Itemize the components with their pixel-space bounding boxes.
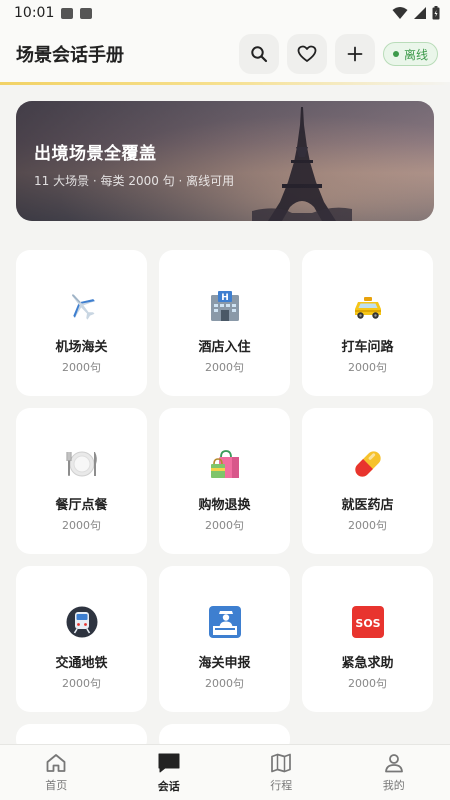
taxi-icon: [354, 297, 381, 319]
signal-icon: [414, 7, 426, 19]
page-title: 场景会话手册: [16, 45, 124, 66]
plus-icon: [347, 46, 363, 62]
category-card-medical[interactable]: 就医药店 2000句: [302, 408, 433, 554]
add-button[interactable]: [334, 34, 375, 74]
app-header: 场景会话手册 离线: [0, 26, 450, 82]
hotel-icon: H: [210, 291, 239, 321]
plate-cutlery-icon: [66, 451, 97, 477]
app-notification-icon: [80, 7, 93, 19]
pill-icon: [354, 451, 381, 477]
metro-icon: [66, 606, 97, 638]
sos-icon: SOS: [351, 606, 384, 638]
category-count: 2000句: [348, 361, 387, 374]
category-count: 2000句: [348, 519, 387, 532]
header-accent-line: [0, 82, 450, 85]
hero-title: 出境场景全覆盖: [34, 144, 157, 164]
nav-label: 会话: [157, 779, 180, 793]
category-title: 海关申报: [198, 656, 251, 671]
category-count: 2000句: [62, 519, 101, 532]
category-title: 交通地铁: [55, 656, 108, 671]
category-card-hotel[interactable]: H 酒店入住 2000句: [159, 250, 290, 396]
airplane-icon: [71, 294, 95, 320]
category-title: 紧急求助: [341, 656, 394, 671]
category-title: 餐厅点餐: [55, 498, 108, 513]
header-actions: 离线: [238, 34, 438, 74]
battery-icon: [432, 6, 440, 20]
shopping-bags-icon: [210, 450, 239, 478]
svg-text:SOS: SOS: [355, 617, 380, 630]
search-icon: [251, 46, 268, 63]
chat-icon: [158, 753, 180, 772]
category-count: 2000句: [205, 677, 244, 690]
offline-label: 离线: [403, 47, 428, 62]
map-icon: [271, 753, 292, 772]
category-card-metro[interactable]: 交通地铁 2000句: [16, 566, 147, 712]
hero-banner[interactable]: 出境场景全覆盖 11 大场景 · 每类 2000 句 · 离线可用: [16, 101, 434, 221]
customs-officer-icon: [208, 606, 241, 638]
category-title: 机场海关: [55, 340, 108, 355]
status-left: 10:01: [14, 5, 93, 21]
category-title: 购物退换: [198, 498, 251, 513]
offline-dot-icon: [392, 51, 399, 57]
heart-icon: [297, 45, 317, 62]
favorites-button[interactable]: [286, 34, 327, 74]
nav-item-home[interactable]: 首页: [0, 745, 113, 800]
category-count: 2000句: [62, 677, 101, 690]
nav-label: 我的: [382, 778, 405, 792]
category-card-restaurant[interactable]: 餐厅点餐 2000句: [16, 408, 147, 554]
category-card-emergency[interactable]: SOS 紧急求助 2000句: [302, 566, 433, 712]
category-card-shopping[interactable]: 购物退换 2000句: [159, 408, 290, 554]
status-bar: 10:01: [0, 0, 450, 26]
category-card-airport[interactable]: 机场海关 2000句: [16, 250, 147, 396]
category-title: 就医药店: [341, 498, 394, 513]
category-count: 2000句: [205, 519, 244, 532]
bottom-nav: 首页 会话 行程 我的: [0, 744, 450, 800]
category-card-taxi[interactable]: 打车问路 2000句: [302, 250, 433, 396]
hero-subtitle: 11 大场景 · 每类 2000 句 · 离线可用: [34, 174, 235, 188]
nav-label: 行程: [270, 778, 293, 792]
wifi-icon: [392, 7, 408, 19]
hero-text: 出境场景全覆盖 11 大场景 · 每类 2000 句 · 离线可用: [34, 139, 234, 189]
status-right: [392, 6, 440, 20]
nav-item-itinerary[interactable]: 行程: [225, 745, 338, 800]
offline-badge: 离线: [382, 42, 438, 66]
svg-text:H: H: [221, 293, 229, 303]
category-title: 酒店入住: [198, 340, 251, 355]
nav-item-conversation[interactable]: 会话: [113, 745, 226, 800]
search-button[interactable]: [238, 34, 279, 74]
home-icon: [46, 753, 66, 772]
gallery-notification-icon: [61, 7, 74, 19]
category-count: 2000句: [205, 361, 244, 374]
category-card-customs-declaration[interactable]: 海关申报 2000句: [159, 566, 290, 712]
person-icon: [384, 753, 403, 772]
category-count: 2000句: [348, 677, 387, 690]
nav-label: 首页: [45, 778, 68, 792]
status-time: 10:01: [14, 5, 55, 21]
category-grid: 机场海关 2000句 H 酒店入住 2000句 打车问路 2000句 餐厅点餐 …: [16, 250, 434, 754]
category-count: 2000句: [62, 361, 101, 374]
nav-item-profile[interactable]: 我的: [338, 745, 450, 800]
category-title: 打车问路: [341, 340, 394, 355]
